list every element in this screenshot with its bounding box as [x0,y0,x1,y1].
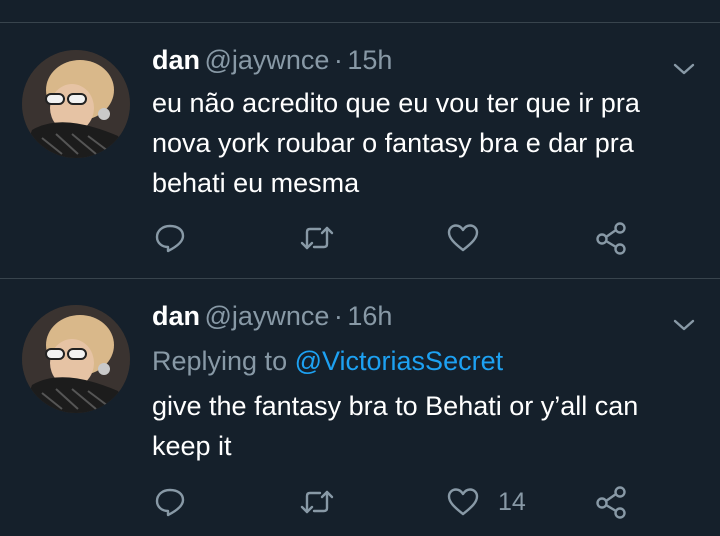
reply-button[interactable] [154,220,186,256]
tweet-text: give the fantasy bra to Behati or y’all … [152,391,639,461]
action-bar [0,220,720,256]
retweet-icon [300,486,334,518]
heart-icon [446,222,480,254]
display-name[interactable]: dan [152,301,200,331]
retweet-button[interactable] [300,220,334,256]
display-name[interactable]: dan [152,45,200,75]
mention-link[interactable]: @VictoriasSecret [295,346,504,376]
retweet-icon [300,222,334,254]
timestamp[interactable]: 15h [347,45,392,75]
share-icon [594,485,628,519]
retweet-button[interactable] [300,484,334,520]
tweet-text: eu não acredito que eu vou ter que ir pr… [152,88,640,198]
reply-icon [154,486,186,518]
separator-dot: · [333,45,343,75]
avatar[interactable] [22,305,130,413]
heart-icon [446,486,480,518]
replying-to-line: Replying to @VictoriasSecret [152,346,503,377]
action-bar: 14 [0,484,720,520]
tweet[interactable]: dan @jaywnce · 15h eu não acredito que e… [0,23,720,278]
timestamp[interactable]: 16h [347,301,392,331]
tweet-header: dan @jaywnce · 16h [152,301,392,337]
tweet-header: dan @jaywnce · 15h [152,45,392,81]
tweet[interactable]: dan @jaywnce · 16h Replying to @Victoria… [0,279,720,536]
like-button[interactable] [446,220,498,256]
avatar[interactable] [22,50,130,158]
share-button[interactable] [594,220,628,256]
chevron-down-icon[interactable] [672,313,696,337]
separator-dot: · [333,301,343,331]
like-count: 14 [498,487,526,516]
chevron-down-icon[interactable] [672,57,696,81]
user-handle[interactable]: @jaywnce [204,301,329,331]
timeline: dan @jaywnce · 15h eu não acredito que e… [0,0,720,536]
like-button[interactable]: 14 [446,484,526,520]
share-button[interactable] [594,484,628,520]
reply-button[interactable] [154,484,186,520]
share-icon [594,221,628,255]
reply-icon [154,222,186,254]
user-handle[interactable]: @jaywnce [204,45,329,75]
replying-to-label: Replying to [152,346,288,376]
